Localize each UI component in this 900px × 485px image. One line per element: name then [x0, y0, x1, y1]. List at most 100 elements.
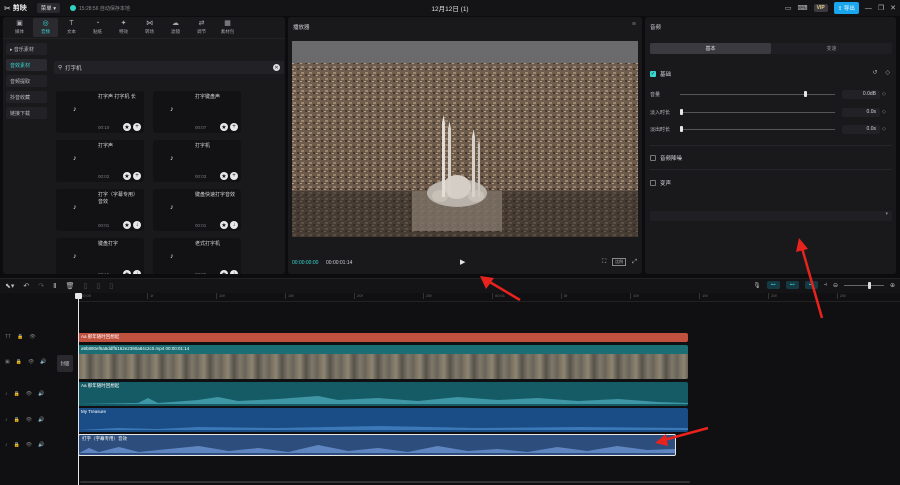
subnav-item[interactable]: 音频提取 [6, 75, 47, 87]
clear-search-icon[interactable]: ✕ [273, 64, 280, 71]
favorite-icon[interactable]: ★ [220, 123, 228, 131]
tab-speed[interactable]: 变速 [771, 43, 892, 54]
sound-card[interactable]: ♪ 打字键盘声 00:07 ★ + [153, 91, 241, 133]
text-clip[interactable]: Aa 那年随时回想起 [78, 333, 688, 342]
delete-icon[interactable]: 🗑 [66, 282, 75, 290]
tab-audio[interactable]: ◎ 音频 [33, 18, 58, 37]
keyframe-icon[interactable]: ◇ [882, 109, 886, 115]
mute-icon[interactable]: 🔊 [38, 417, 44, 423]
voice-section[interactable]: 变声 [650, 179, 671, 187]
prop-value-input[interactable]: 0.0dB [842, 89, 880, 99]
mirror-icon[interactable]: ▯ [96, 282, 100, 290]
favorite-icon[interactable]: ★ [123, 221, 131, 229]
search-input[interactable]: ⚲ 打字机 ✕ [54, 61, 284, 74]
audio-clip-2[interactable]: My Treasure [78, 408, 688, 432]
video-clip[interactable]: a9b880ef6a8ddff6162e2390a84c2c0.mp4 00:0… [78, 345, 688, 379]
subnav-item[interactable]: 抖音收藏 [6, 91, 47, 103]
prop-slider-knob[interactable] [804, 91, 807, 97]
basic-checkbox-icon[interactable]: ✓ [650, 71, 656, 77]
mute-icon[interactable]: 🔊 [38, 442, 44, 448]
freeze-icon[interactable]: ▯ [83, 282, 87, 290]
lock-icon[interactable]: 🔒 [17, 334, 23, 340]
zoom-out-icon[interactable]: ⊖ [833, 282, 838, 289]
redo-icon[interactable]: ↷ [38, 282, 44, 290]
sound-card[interactable]: ♪ 打字（字幕专用）音效 00:01 ★ ↓ [56, 189, 144, 231]
mute-icon[interactable]: 🔊 [38, 391, 44, 397]
undo-icon[interactable]: ↶ [23, 282, 29, 290]
lock-icon[interactable]: 🔒 [14, 391, 20, 397]
tab-sticker[interactable]: ◔ 贴纸 [85, 18, 110, 37]
prop-slider-knob[interactable] [680, 109, 683, 115]
zoom-in-icon[interactable]: ⊕ [890, 282, 895, 289]
tab-filter[interactable]: ☁ 滤镜 [163, 18, 188, 37]
cover-button[interactable]: 封面 [57, 355, 73, 372]
prop-slider[interactable] [680, 93, 835, 95]
sound-card[interactable]: ♪ 打字声 00:02 ★ + [56, 140, 144, 182]
play-button[interactable]: ▶ [460, 258, 465, 266]
crop-icon[interactable]: ⛶ [602, 259, 606, 266]
favorite-icon[interactable]: ★ [220, 270, 228, 274]
sound-card[interactable]: ♪ 打字机 00:03 ★ + [153, 140, 241, 182]
prop-slider[interactable] [680, 111, 835, 113]
vip-badge[interactable]: VIP [813, 4, 828, 12]
subnav-item[interactable]: 音效素材 [6, 59, 47, 71]
prop-slider[interactable] [680, 128, 835, 130]
lock-icon[interactable]: 🔒 [14, 442, 20, 448]
layout-icon[interactable]: ▭ [785, 4, 792, 12]
download-icon[interactable]: ↓ [133, 221, 141, 229]
eye-icon[interactable]: 👁 [28, 359, 34, 365]
denoise-section[interactable]: 音频降噪 [650, 154, 682, 162]
favorite-icon[interactable]: ★ [123, 270, 131, 274]
eye-icon[interactable]: 👁 [29, 334, 35, 340]
close-icon[interactable]: ✕ [890, 4, 896, 12]
tab-media[interactable]: ▣ 媒体 [7, 18, 32, 37]
record-mic-icon[interactable]: 🎙 [753, 282, 761, 289]
prop-slider-knob[interactable] [680, 126, 683, 132]
linkage-icon[interactable]: ⊷ [804, 281, 818, 289]
keyframe-icon[interactable]: ◇ [885, 69, 890, 76]
voice-dropdown[interactable]: ▾ [650, 211, 892, 221]
tab-template[interactable]: ▦ 素材包 [215, 18, 240, 37]
eye-icon[interactable]: 👁 [26, 391, 32, 397]
sound-card[interactable]: ♪ 键盘打字 00:15 ★↓ [56, 238, 144, 274]
keyframe-icon[interactable]: ◇ [882, 91, 886, 97]
download-icon[interactable]: ↓ [230, 221, 238, 229]
split-icon[interactable]: Ⅱ [53, 282, 56, 290]
sound-card[interactable]: ♪ 老式打字机 00:05 ★↓ [153, 238, 241, 274]
maximize-icon[interactable]: ❐ [878, 4, 884, 12]
add-icon[interactable]: + [133, 172, 141, 180]
subnav-item[interactable]: 链接下载 [6, 107, 47, 119]
playhead-handle[interactable] [75, 293, 82, 299]
playhead[interactable] [78, 293, 79, 485]
tab-transition[interactable]: ⋈ 转场 [137, 18, 162, 37]
favorite-icon[interactable]: ★ [123, 123, 131, 131]
favorite-icon[interactable]: ★ [220, 172, 228, 180]
tab-basic[interactable]: 基本 [650, 43, 771, 54]
crop-tool-icon[interactable]: ▯ [109, 282, 113, 290]
auto-snap-icon[interactable]: ⊷ [785, 281, 799, 289]
zoom-slider[interactable] [843, 281, 884, 289]
prop-value-input[interactable]: 0.0s [842, 107, 880, 117]
timeline-scrollbar[interactable] [80, 481, 690, 483]
prop-value-input[interactable]: 0.0s [842, 124, 880, 134]
preview-axis-icon[interactable]: ⫞ [824, 282, 827, 289]
fullscreen-icon[interactable]: ⤢ [632, 259, 637, 266]
basic-section[interactable]: ✓ 基础 [650, 70, 671, 78]
main-track-link-icon[interactable]: ⊷ [766, 281, 780, 289]
audio-clip-1[interactable]: Aa 那年随时回想起 [78, 382, 688, 406]
export-button[interactable]: ⇪ 导出 [833, 2, 859, 14]
favorite-icon[interactable]: ★ [220, 221, 228, 229]
video-preview[interactable] [292, 41, 638, 237]
lock-icon[interactable]: 🔒 [14, 417, 20, 423]
minimize-icon[interactable]: — [865, 5, 872, 12]
timeline[interactable]: 00:00 1f 10f 15f 20f 25f 00:01 5f 10f 15f 20f 25f T… [0, 293, 900, 485]
tab-effects[interactable]: ✦ 特效 [111, 18, 136, 37]
eye-icon[interactable]: 👁 [26, 442, 32, 448]
reset-icon[interactable]: ↺ [872, 69, 877, 76]
tab-adjust[interactable]: ⇄ 调节 [189, 18, 214, 37]
subnav-item[interactable]: ▸ 音乐素材 [6, 43, 47, 55]
download-icon[interactable]: ↓ [133, 270, 141, 274]
sound-card[interactable]: ♪ 打字声 打字机 长 00:10 ★ + [56, 91, 144, 133]
menu-button[interactable]: 菜单 ▾ [36, 3, 61, 13]
shortcut-icon[interactable]: ⌨ [798, 4, 808, 12]
